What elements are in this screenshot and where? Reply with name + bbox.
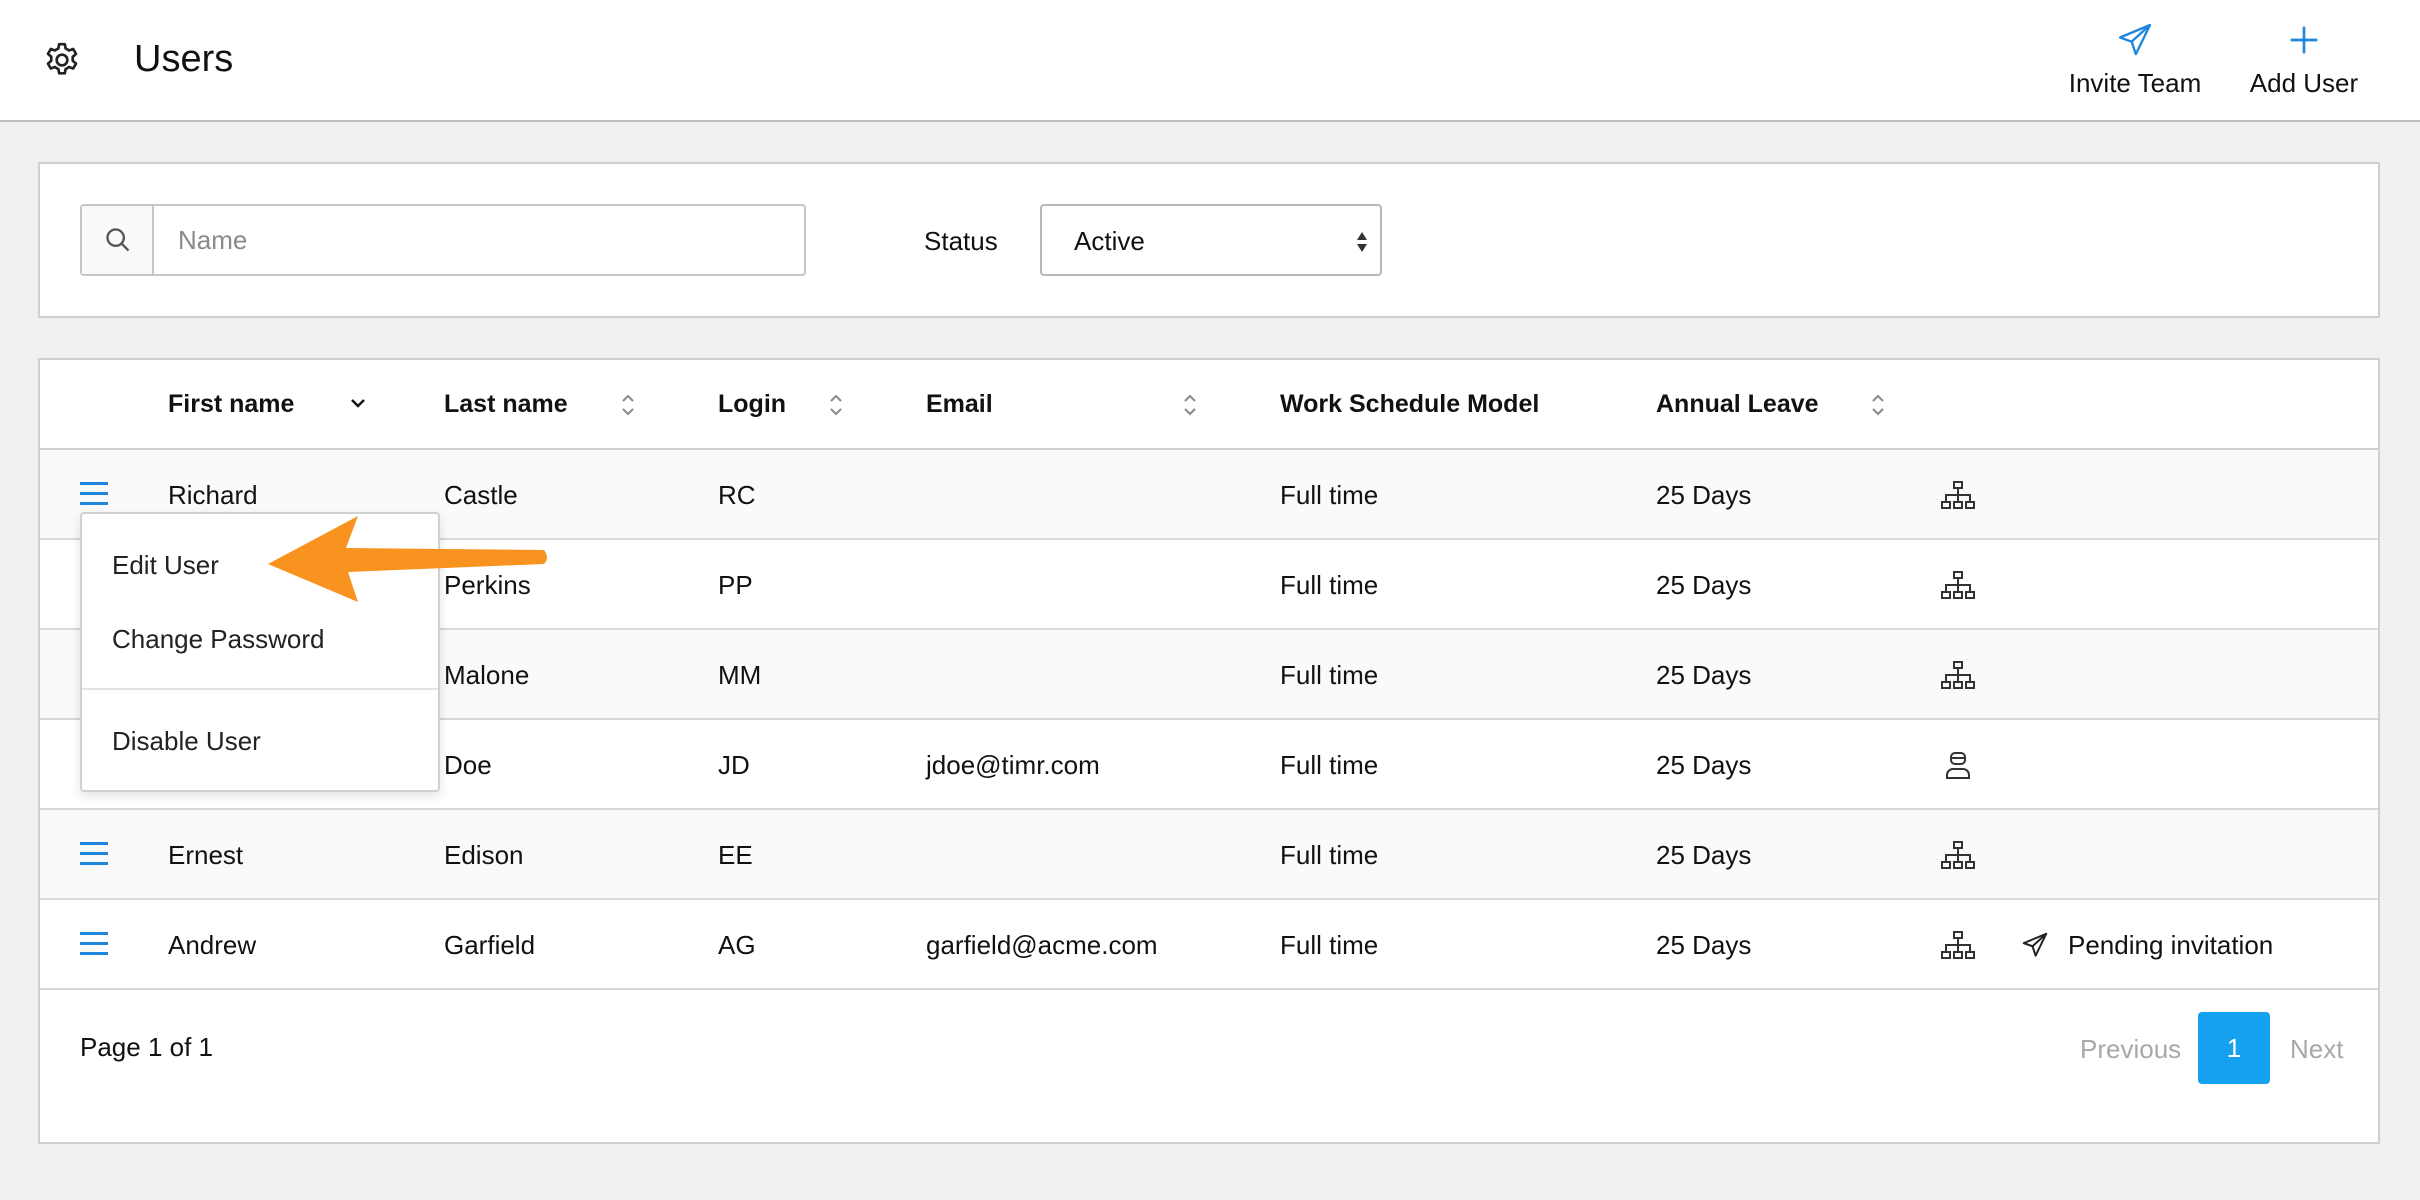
plus-icon bbox=[2290, 26, 2318, 54]
edit-user-menu-item[interactable]: Edit User bbox=[112, 550, 219, 581]
sort-icon[interactable] bbox=[1868, 390, 1888, 420]
col-email[interactable]: Email bbox=[926, 390, 993, 419]
col-work-schedule: Work Schedule Model bbox=[1280, 390, 1540, 418]
cell-login: PP bbox=[718, 570, 753, 600]
cell-first-name: Andrew bbox=[168, 930, 257, 960]
cell-last-name: Castle bbox=[444, 480, 518, 510]
page-1-button[interactable]: 1 bbox=[2198, 1012, 2270, 1084]
chevron-down-icon[interactable] bbox=[348, 396, 368, 412]
org-chart-icon[interactable] bbox=[1940, 480, 1976, 510]
search-addon bbox=[82, 206, 154, 274]
row-menu-icon[interactable] bbox=[80, 842, 108, 866]
admin-user-icon[interactable] bbox=[1940, 750, 1976, 780]
sort-icon[interactable] bbox=[826, 390, 846, 420]
org-chart-icon[interactable] bbox=[1940, 930, 1976, 960]
status-select[interactable]: Active bbox=[1040, 204, 1382, 276]
cell-annual-leave: 25 Days bbox=[1656, 840, 1752, 870]
cell-annual-leave: 25 Days bbox=[1656, 570, 1752, 600]
cell-annual-leave: 25 Days bbox=[1656, 480, 1752, 510]
paper-plane-icon bbox=[2118, 23, 2152, 56]
table-row: Andrew Garfield AG garfield@acme.com Ful… bbox=[40, 900, 2378, 990]
cell-annual-leave: 25 Days bbox=[1656, 660, 1752, 690]
cell-email: garfield@acme.com bbox=[926, 930, 1158, 960]
page-info: Page 1 of 1 bbox=[80, 1032, 213, 1062]
cell-login: JD bbox=[718, 750, 750, 780]
cell-login: RC bbox=[718, 480, 756, 510]
cell-last-name: Garfield bbox=[444, 930, 536, 960]
cell-work-schedule: Full time bbox=[1280, 750, 1379, 780]
select-arrows-icon bbox=[1357, 232, 1367, 252]
cell-login: AG bbox=[718, 930, 756, 960]
pending-invitation-label: Pending invitation bbox=[2068, 930, 2274, 960]
search-icon bbox=[106, 228, 130, 252]
top-header: Users Invite Team Add User bbox=[0, 0, 2420, 122]
col-last-name[interactable]: Last name bbox=[444, 390, 568, 419]
invite-team-button[interactable]: Invite Team bbox=[2062, 20, 2208, 108]
paper-plane-icon bbox=[2022, 932, 2048, 957]
previous-button[interactable]: Previous bbox=[2080, 1034, 2181, 1065]
disable-user-menu-item[interactable]: Disable User bbox=[112, 726, 261, 757]
next-button[interactable]: Next bbox=[2290, 1034, 2343, 1065]
menu-divider bbox=[82, 688, 438, 690]
cell-last-name: Edison bbox=[444, 840, 524, 870]
col-first-name[interactable]: First name bbox=[168, 390, 294, 419]
page-title: Users bbox=[134, 38, 234, 80]
gear-icon[interactable] bbox=[42, 40, 82, 80]
org-chart-icon[interactable] bbox=[1940, 570, 1976, 600]
filter-panel: Status Active bbox=[38, 162, 2380, 318]
cell-work-schedule: Full time bbox=[1280, 660, 1379, 690]
cell-email: jdoe@timr.com bbox=[926, 750, 1100, 780]
invite-team-label: Invite Team bbox=[2068, 68, 2202, 98]
search-input[interactable] bbox=[156, 206, 802, 274]
cell-login: EE bbox=[718, 840, 753, 870]
cell-annual-leave: 25 Days bbox=[1656, 750, 1752, 780]
cell-annual-leave: 25 Days bbox=[1656, 930, 1752, 960]
search-box bbox=[80, 204, 806, 276]
org-chart-icon[interactable] bbox=[1940, 840, 1976, 870]
annotation-arrow-icon bbox=[268, 516, 547, 602]
col-annual-leave[interactable]: Annual Leave bbox=[1656, 390, 1819, 419]
cell-work-schedule: Full time bbox=[1280, 840, 1379, 870]
org-chart-icon[interactable] bbox=[1940, 660, 1976, 690]
sort-icon[interactable] bbox=[618, 390, 638, 420]
cell-first-name: Ernest bbox=[168, 840, 244, 870]
row-menu-icon[interactable] bbox=[80, 482, 108, 506]
cell-first-name: Richard bbox=[168, 480, 258, 510]
cell-login: MM bbox=[718, 660, 762, 690]
row-menu-icon[interactable] bbox=[80, 932, 108, 956]
cell-last-name: Malone bbox=[444, 660, 530, 690]
table-header: First name Last name Login Email Work Sc… bbox=[40, 360, 2378, 450]
change-password-menu-item[interactable]: Change Password bbox=[112, 624, 324, 655]
sort-icon[interactable] bbox=[1180, 390, 1200, 420]
cell-work-schedule: Full time bbox=[1280, 480, 1379, 510]
table-row: Ernest Edison EE Full time 25 Days bbox=[40, 810, 2378, 900]
status-selected-value: Active bbox=[1074, 226, 1145, 256]
cell-last-name: Doe bbox=[444, 750, 492, 780]
add-user-button[interactable]: Add User bbox=[2244, 20, 2364, 108]
cell-work-schedule: Full time bbox=[1280, 570, 1379, 600]
add-user-label: Add User bbox=[2249, 68, 2359, 98]
col-login[interactable]: Login bbox=[718, 390, 786, 419]
status-label: Status bbox=[924, 226, 998, 256]
cell-work-schedule: Full time bbox=[1280, 930, 1379, 960]
